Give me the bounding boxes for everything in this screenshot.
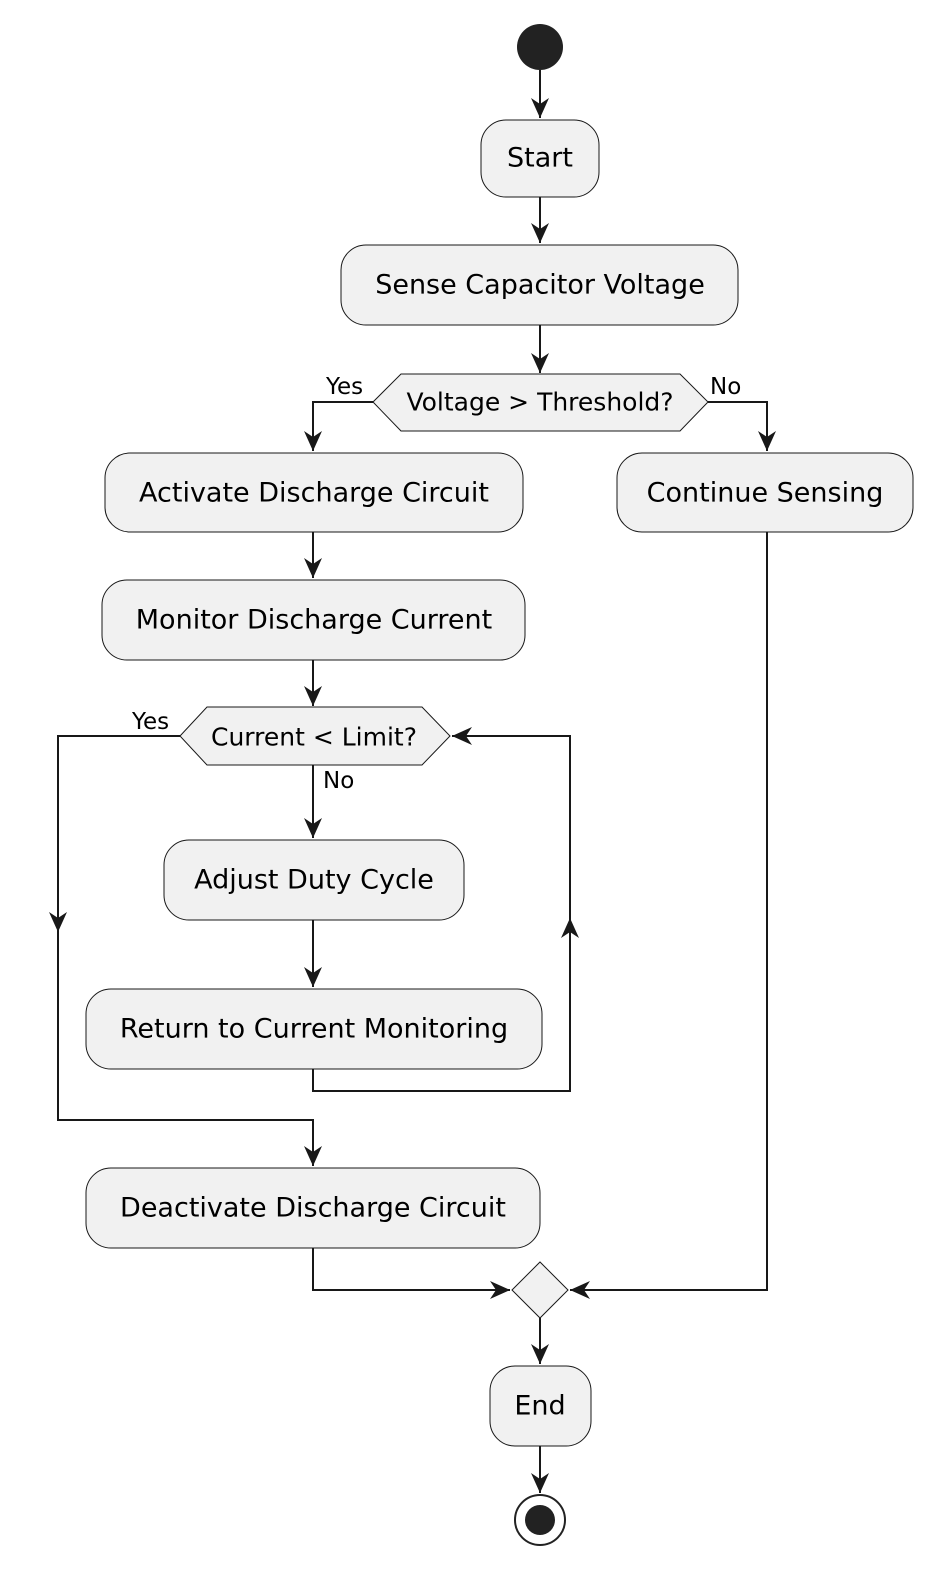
branch-label-yes: Yes bbox=[325, 374, 363, 400]
action-return-monitoring: Return to Current Monitoring bbox=[85, 988, 543, 1070]
action-label: Sense Capacitor Voltage bbox=[375, 270, 705, 301]
decision-voltage: Voltage > Threshold? bbox=[372, 373, 709, 432]
flow-arrow-yes bbox=[304, 401, 373, 451]
action-activate-discharge: Activate Discharge Circuit bbox=[104, 452, 524, 533]
decision-current: Current < Limit? bbox=[179, 706, 451, 766]
action-label: Return to Current Monitoring bbox=[120, 1014, 508, 1045]
action-adjust-duty-cycle: Adjust Duty Cycle bbox=[163, 839, 465, 921]
action-continue-sensing: Continue Sensing bbox=[616, 452, 914, 533]
flow-arrow-no bbox=[708, 401, 776, 451]
initial-node bbox=[517, 24, 563, 70]
flow-arrow bbox=[312, 1248, 510, 1299]
action-label: Continue Sensing bbox=[647, 478, 884, 509]
branch-label-no: No bbox=[323, 768, 354, 794]
action-label: Start bbox=[507, 143, 573, 174]
decision-label: Voltage > Threshold? bbox=[406, 388, 673, 417]
action-label: Activate Discharge Circuit bbox=[139, 478, 489, 509]
action-monitor-current: Monitor Discharge Current bbox=[101, 579, 526, 661]
action-sense-voltage: Sense Capacitor Voltage bbox=[340, 244, 739, 326]
action-start: Start bbox=[480, 119, 600, 198]
flow-arrow bbox=[570, 532, 768, 1299]
action-label: End bbox=[514, 1391, 565, 1422]
action-deactivate-discharge: Deactivate Discharge Circuit bbox=[85, 1167, 541, 1249]
action-label: Monitor Discharge Current bbox=[136, 605, 492, 636]
branch-label-yes: Yes bbox=[131, 709, 169, 735]
activity-diagram: Start Sense Capacitor Voltage Voltage > … bbox=[49, 24, 914, 1546]
action-label: Adjust Duty Cycle bbox=[194, 865, 434, 896]
final-node bbox=[514, 1494, 566, 1546]
branch-label-no: No bbox=[710, 374, 741, 400]
action-end: End bbox=[489, 1365, 592, 1447]
merge-node bbox=[511, 1261, 569, 1319]
action-label: Deactivate Discharge Circuit bbox=[120, 1193, 506, 1224]
decision-label: Current < Limit? bbox=[211, 723, 417, 752]
flow-arrow-yes bbox=[57, 735, 322, 1166]
